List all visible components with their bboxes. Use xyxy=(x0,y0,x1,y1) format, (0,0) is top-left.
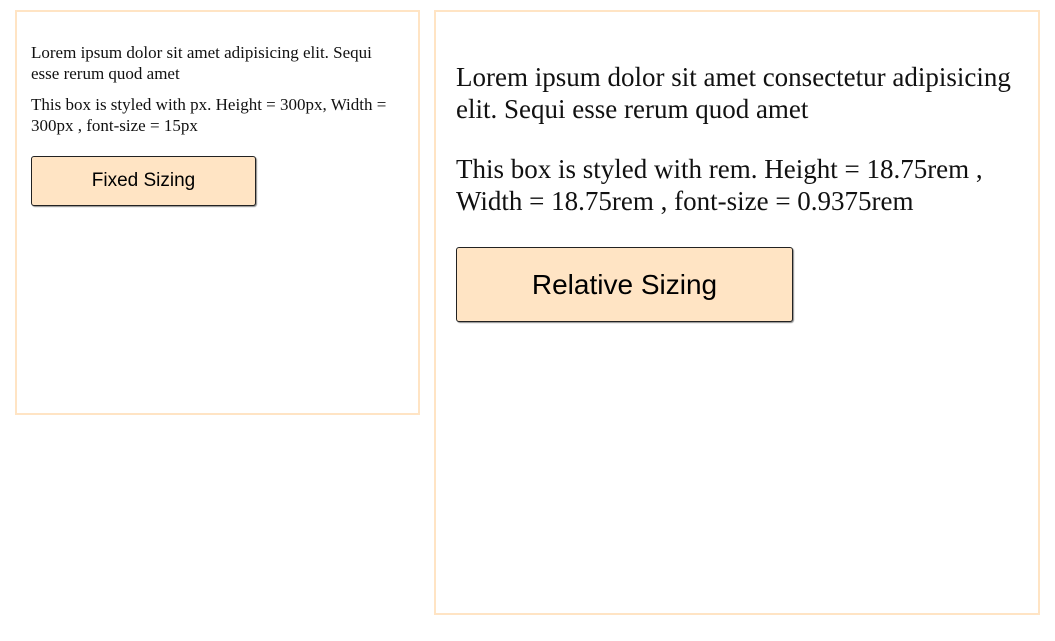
fixed-box-lorem-text: Lorem ipsum dolor sit amet adipisicing e… xyxy=(31,43,372,83)
fixed-size-box: Lorem ipsum dolor sit amet adipisicing e… xyxy=(15,10,420,415)
fixed-box-description-text: This box is styled with px. Height = 300… xyxy=(31,95,387,135)
relative-box-description-text: This box is styled with rem. Height = 18… xyxy=(456,154,983,216)
relative-size-box: Lorem ipsum dolor sit amet consectetur a… xyxy=(434,10,1040,615)
relative-sizing-button[interactable]: Relative Sizing xyxy=(456,247,793,322)
fixed-sizing-button[interactable]: Fixed Sizing xyxy=(31,156,256,206)
relative-box-lorem-text: Lorem ipsum dolor sit amet consectetur a… xyxy=(456,62,1011,124)
